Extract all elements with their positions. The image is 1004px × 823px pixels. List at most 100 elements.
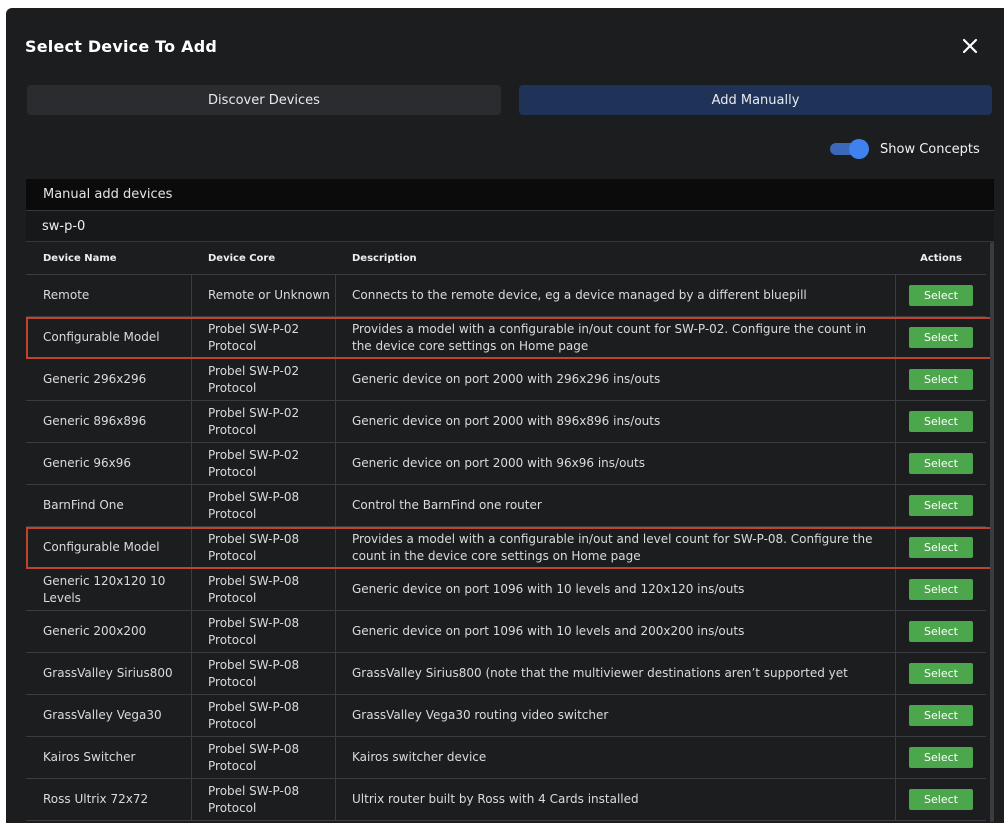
device-name-cell: GrassValley Vega30	[26, 695, 192, 736]
table-row: Remote Remote or Unknown Connects to the r…	[26, 274, 986, 317]
table-scrollbar[interactable]	[990, 242, 994, 822]
description-cell: Generic device on port 1096 with 10 leve…	[336, 569, 896, 610]
actions-cell: Select	[896, 653, 986, 694]
device-name-cell: Generic 200x200	[26, 611, 192, 652]
description-cell: Provides a model with a configurable in/…	[336, 317, 896, 358]
header-device-name: Device Name	[43, 252, 117, 264]
device-name-cell: Generic 120x120 10 Levels	[26, 569, 192, 610]
table-row: GrassValley Vega30 Probel SW-P-08 Protoco…	[26, 695, 986, 737]
select-device-dialog: Select Device To Add Discover Devices Ad…	[6, 8, 1004, 823]
actions-cell: Select	[896, 317, 986, 358]
select-button[interactable]: Select	[909, 327, 973, 348]
header-actions: Actions	[920, 252, 962, 264]
table-body: Remote Remote or Unknown Connects to the r…	[26, 274, 992, 821]
select-button[interactable]: Select	[909, 411, 973, 432]
description-cell: Generic device on port 1096 with 10 leve…	[336, 611, 896, 652]
table-row: Configurable Model Probel SW-P-08 Protoco…	[26, 527, 992, 569]
device-core-cell: Remote or Unknown	[192, 275, 336, 316]
actions-cell: Select	[896, 569, 986, 610]
description-cell: Provides a model with a configurable in/…	[336, 527, 896, 568]
device-core-cell: Probel SW-P-08 Protocol	[192, 779, 336, 820]
search-bar	[26, 211, 994, 242]
device-core-cell: Probel SW-P-08 Protocol	[192, 737, 336, 778]
toggle-knob	[849, 139, 869, 159]
actions-cell: Select	[896, 611, 986, 652]
table-row: BarnFind One Probel SW-P-08 Protocol Contr…	[26, 485, 986, 527]
actions-cell: Select	[896, 779, 986, 820]
table-header: Device Name Device Core Description Acti…	[26, 242, 986, 274]
select-button[interactable]: Select	[909, 579, 973, 600]
actions-cell: Select	[896, 737, 986, 778]
select-button[interactable]: Select	[909, 747, 973, 768]
select-button[interactable]: Select	[909, 705, 973, 726]
select-button[interactable]: Select	[909, 285, 973, 306]
close-icon	[962, 38, 978, 54]
device-core-cell: Probel SW-P-08 Protocol	[192, 527, 336, 568]
description-cell: Control the BarnFind one router	[336, 485, 896, 526]
device-core-cell: Probel SW-P-08 Protocol	[192, 569, 336, 610]
description-cell: Generic device on port 2000 with 96x96 i…	[336, 443, 896, 484]
table-row: Generic 200x200 Probel SW-P-08 Protocol Ge…	[26, 611, 986, 653]
select-button[interactable]: Select	[909, 537, 973, 558]
device-name-cell: Generic 96x96	[26, 443, 192, 484]
device-core-cell: Probel SW-P-08 Protocol	[192, 485, 336, 526]
select-button[interactable]: Select	[909, 453, 973, 474]
device-core-cell: Probel SW-P-02 Protocol	[192, 359, 336, 400]
select-button[interactable]: Select	[909, 663, 973, 684]
device-name-cell: GrassValley Sirius800	[26, 653, 192, 694]
device-name-cell: Generic 296x296	[26, 359, 192, 400]
device-core-cell: Probel SW-P-02 Protocol	[192, 401, 336, 442]
description-cell: Ultrix router built by Ross with 4 Cards…	[336, 779, 896, 820]
table-row: Generic 96x96 Probel SW-P-02 Protocol Gene…	[26, 443, 986, 485]
actions-cell: Select	[896, 443, 986, 484]
show-concepts-toggle[interactable]	[830, 139, 869, 159]
search-input[interactable]	[42, 218, 642, 234]
device-core-cell: Probel SW-P-02 Protocol	[192, 317, 336, 358]
description-cell: Generic device on port 2000 with 896x896…	[336, 401, 896, 442]
device-core-cell: Probel SW-P-08 Protocol	[192, 611, 336, 652]
select-button[interactable]: Select	[909, 621, 973, 642]
dialog-title: Select Device To Add	[25, 37, 218, 56]
description-cell: Connects to the remote device, eg a devi…	[336, 275, 896, 316]
manual-add-panel: Manual add devices Device Name Device Co…	[26, 179, 994, 823]
device-table: Device Name Device Core Description Acti…	[26, 242, 992, 821]
select-button[interactable]: Select	[909, 495, 973, 516]
show-concepts-toggle-group: Show Concepts	[830, 138, 980, 160]
device-name-cell: BarnFind One	[26, 485, 192, 526]
table-row: Kairos Switcher Probel SW-P-08 Protocol Ka…	[26, 737, 986, 779]
select-button[interactable]: Select	[909, 789, 973, 810]
device-name-cell: Configurable Model	[26, 527, 192, 568]
show-concepts-label: Show Concepts	[880, 141, 980, 157]
actions-cell: Select	[896, 485, 986, 526]
description-cell: Kairos switcher device	[336, 737, 896, 778]
actions-cell: Select	[896, 695, 986, 736]
device-name-cell: Kairos Switcher	[26, 737, 192, 778]
table-row: Generic 120x120 10 Levels Probel SW-P-08 …	[26, 569, 986, 611]
device-core-cell: Probel SW-P-02 Protocol	[192, 443, 336, 484]
device-core-cell: Probel SW-P-08 Protocol	[192, 653, 336, 694]
table-row: Generic 896x896 Probel SW-P-02 Protocol Ge…	[26, 401, 986, 443]
actions-cell: Select	[896, 401, 986, 442]
table-row: Configurable Model Probel SW-P-02 Protoco…	[26, 317, 992, 359]
table-row: Generic 296x296 Probel SW-P-02 Protocol Ge…	[26, 359, 986, 401]
device-name-cell: Generic 896x896	[26, 401, 192, 442]
actions-cell: Select	[896, 527, 986, 568]
tab-discover-devices[interactable]: Discover Devices	[27, 85, 501, 115]
description-cell: GrassValley Vega30 routing video switche…	[336, 695, 896, 736]
device-name-cell: Ross Ultrix 72x72	[26, 779, 192, 820]
device-name-cell: Configurable Model	[26, 317, 192, 358]
device-name-cell: Remote	[26, 275, 192, 316]
select-button[interactable]: Select	[909, 369, 973, 390]
header-description: Description	[352, 252, 417, 264]
close-button[interactable]	[958, 34, 982, 58]
description-cell: GrassValley Sirius800 (note that the mul…	[336, 653, 896, 694]
description-cell: Generic device on port 2000 with 296x296…	[336, 359, 896, 400]
actions-cell: Select	[896, 359, 986, 400]
device-core-cell: Probel SW-P-08 Protocol	[192, 695, 336, 736]
table-row: GrassValley Sirius800 Probel SW-P-08 Prot…	[26, 653, 986, 695]
tab-add-manually[interactable]: Add Manually	[519, 85, 992, 115]
table-row: Ross Ultrix 72x72 Probel SW-P-08 Protocol…	[26, 779, 986, 821]
header-device-core: Device Core	[208, 252, 276, 264]
actions-cell: Select	[896, 275, 986, 316]
panel-header: Manual add devices	[26, 179, 994, 211]
